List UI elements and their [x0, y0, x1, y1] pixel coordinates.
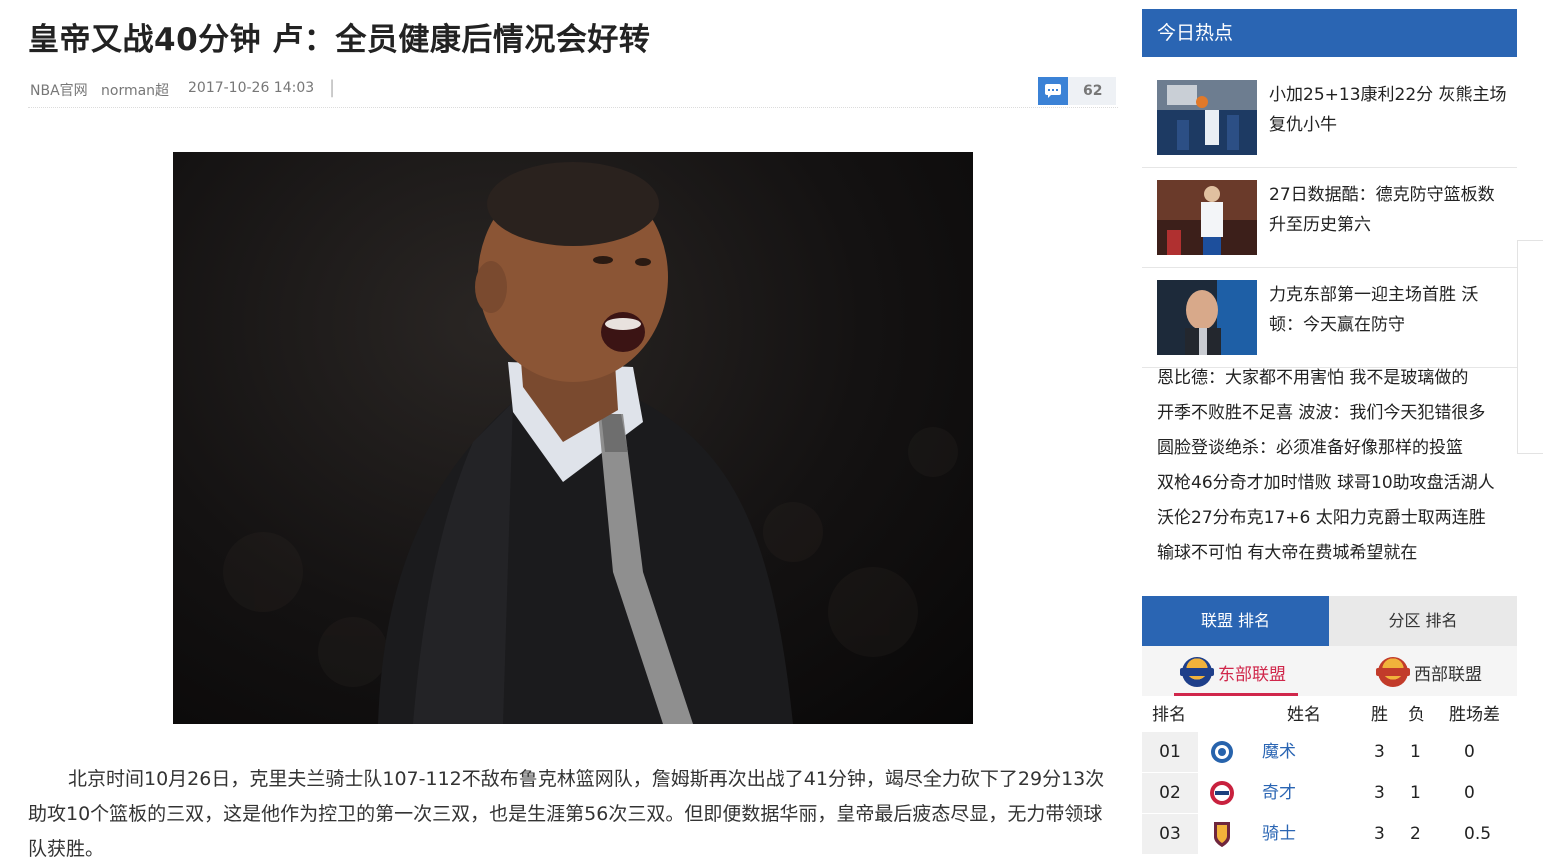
team-name[interactable]: 骑士: [1262, 814, 1296, 854]
team-losses: 2: [1410, 824, 1421, 844]
team-rank: 02: [1142, 773, 1198, 813]
team-games-behind: 0: [1464, 783, 1475, 803]
meta-separator: |: [329, 77, 336, 98]
hot-item-thumbnail[interactable]: [1157, 80, 1257, 155]
header-rank: 排名: [1152, 705, 1186, 725]
standings-table: 排名 姓名 胜 负 胜场差 01 魔术 3 1 0 02 奇才 3 1 0 03…: [1142, 699, 1517, 854]
wizards-logo-icon: [1206, 778, 1238, 808]
conference-label: 西部联盟: [1414, 665, 1482, 685]
team-losses: 1: [1410, 742, 1421, 762]
cavaliers-logo-icon: [1206, 819, 1238, 849]
magic-logo-icon: [1206, 737, 1238, 767]
hot-item-title[interactable]: 27日数据酷：德克防守篮板数升至历史第六: [1269, 180, 1509, 240]
hot-header: 今日热点: [1142, 9, 1517, 57]
hot-list-item[interactable]: 沃伦27分布克17+6 太阳力克爵士取两连胜: [1157, 501, 1517, 536]
hot-item[interactable]: 力克东部第一迎主场首胜 沃顿：今天赢在防守: [1142, 268, 1517, 368]
standings-header: 排名 姓名 胜 负 胜场差: [1142, 699, 1517, 731]
team-wins: 3: [1374, 742, 1385, 762]
team-rank: 03: [1142, 814, 1198, 854]
hot-list-item[interactable]: 输球不可怕 有大帝在费城希望就在: [1157, 536, 1517, 571]
team-games-behind: 0.5: [1464, 824, 1492, 844]
tab-western-conference[interactable]: 西部联盟: [1370, 646, 1490, 696]
tab-league-ranking[interactable]: 联盟 排名: [1142, 596, 1329, 646]
article-title: 皇帝又战40分钟 卢：全员健康后情况会好转: [28, 22, 651, 58]
hot-item[interactable]: 27日数据酷：德克防守篮板数升至历史第六: [1142, 168, 1517, 268]
conference-switcher: 东部联盟 西部联盟: [1142, 646, 1517, 696]
article-author: norman超: [101, 83, 170, 99]
hot-list: 恩比德：大家都不用害怕 我不是玻璃做的 开季不败胜不足喜 波波：我们今天犯错很多…: [1157, 361, 1517, 571]
table-row[interactable]: 03 骑士 3 2 0.5: [1142, 813, 1517, 854]
team-games-behind: 0: [1464, 742, 1475, 762]
team-wins: 3: [1374, 824, 1385, 844]
article-paragraph: 北京时间10月26日，克里夫兰骑士队107-112不敌布鲁克林篮网队，詹姆斯再次…: [28, 768, 1105, 860]
tab-eastern-conference[interactable]: 东部联盟: [1174, 646, 1298, 696]
article-meta: NBA官网 norman超 2017-10-26 14:03 | 62: [28, 74, 1118, 108]
rank-tabs: 联盟 排名 分区 排名: [1142, 596, 1517, 646]
article-source[interactable]: NBA官网: [30, 80, 88, 100]
team-name[interactable]: 奇才: [1262, 773, 1296, 813]
hot-item-title[interactable]: 小加25+13康利22分 灰熊主场复仇小牛: [1269, 80, 1509, 140]
team-wins: 3: [1374, 783, 1385, 803]
article-photo: [173, 152, 973, 724]
eastern-logo-icon: [1180, 657, 1214, 687]
comment-button[interactable]: 62: [1038, 77, 1116, 105]
comment-icon: [1038, 77, 1068, 105]
table-row[interactable]: 02 奇才 3 1 0: [1142, 772, 1517, 813]
hot-item-thumbnail[interactable]: [1157, 280, 1257, 355]
conference-label: 东部联盟: [1218, 665, 1286, 685]
floating-side-panel[interactable]: [1517, 240, 1543, 454]
article-time: 2017-10-26 14:03: [188, 80, 315, 96]
team-losses: 1: [1410, 783, 1421, 803]
team-name[interactable]: 魔术: [1262, 732, 1296, 772]
header-games-behind: 胜场差: [1449, 705, 1500, 725]
header-losses: 负: [1408, 705, 1425, 725]
western-logo-icon: [1376, 657, 1410, 687]
tab-division-ranking[interactable]: 分区 排名: [1329, 596, 1517, 646]
hot-list-item[interactable]: 圆脸登谈绝杀：必须准备好像那样的投篮: [1157, 431, 1517, 466]
table-row[interactable]: 01 魔术 3 1 0: [1142, 731, 1517, 772]
header-wins: 胜: [1371, 705, 1388, 725]
team-rank: 01: [1142, 732, 1198, 772]
hot-item-thumbnail[interactable]: [1157, 180, 1257, 255]
hot-list-item[interactable]: 开季不败胜不足喜 波波：我们今天犯错很多: [1157, 396, 1517, 431]
hot-item-title[interactable]: 力克东部第一迎主场首胜 沃顿：今天赢在防守: [1269, 280, 1509, 340]
hot-list-item[interactable]: 恩比德：大家都不用害怕 我不是玻璃做的: [1157, 361, 1517, 396]
hot-list-item[interactable]: 双枪46分奇才加时惜败 球哥10助攻盘活湖人: [1157, 466, 1517, 501]
header-name: 姓名: [1287, 705, 1321, 725]
hot-item[interactable]: 小加25+13康利22分 灰熊主场复仇小牛: [1142, 68, 1517, 168]
comment-count: 62: [1083, 83, 1103, 99]
